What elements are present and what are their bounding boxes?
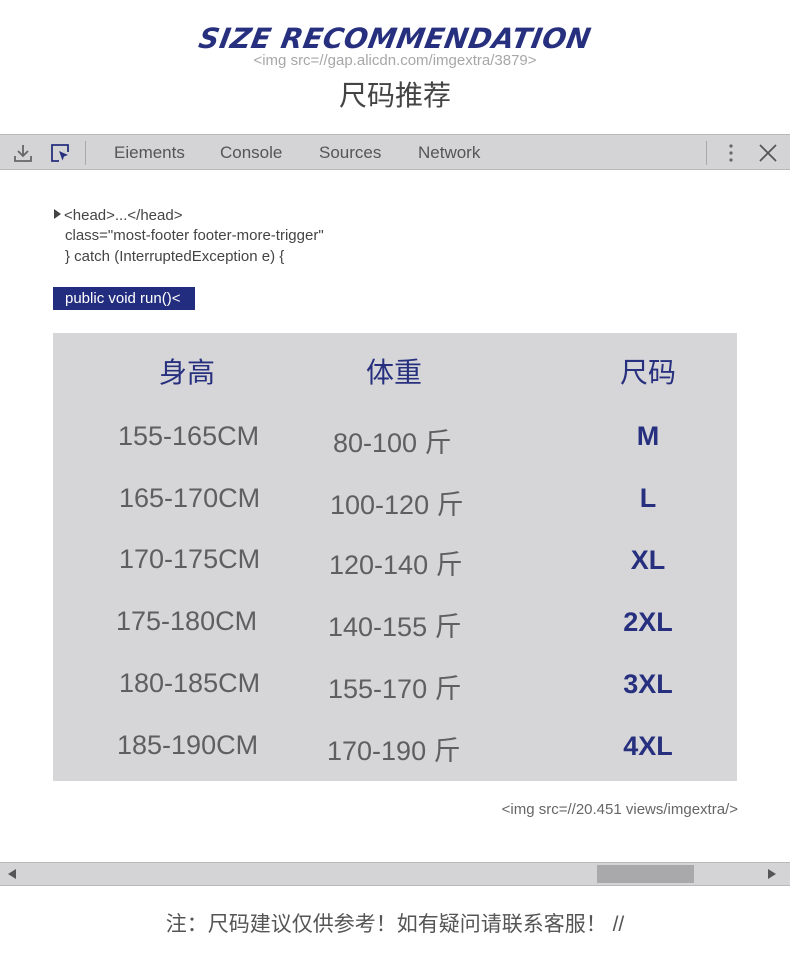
- close-icon[interactable]: [757, 142, 779, 164]
- tab-network[interactable]: Network: [418, 143, 480, 163]
- table-cell-size: 3XL: [623, 669, 673, 699]
- toolbar-divider: [706, 141, 707, 165]
- table-cell-weight: 100-120 斤: [330, 490, 464, 520]
- code-line-catch: } catch (InterruptedException e) {: [65, 248, 285, 265]
- table-cell-height: 170-175CM: [119, 544, 261, 574]
- table-cell-weight: 120-140 斤: [329, 550, 463, 580]
- table-cell-height: 185-190CM: [117, 730, 259, 760]
- tab-console[interactable]: Console: [220, 143, 282, 163]
- column-header-size: 尺码: [620, 357, 677, 388]
- table-cell-height: 175-180CM: [116, 606, 258, 636]
- page-title: SIZE RECOMMENDATION: [196, 22, 594, 55]
- highlighted-code-line[interactable]: public void run()<: [53, 287, 195, 310]
- column-header-height: 身高: [159, 357, 216, 388]
- expand-triangle-icon[interactable]: [54, 209, 61, 219]
- tab-elements[interactable]: Eiements: [114, 143, 185, 163]
- footer-note: 注：尺码建议仅供参考！如有疑问请联系客服！ //: [165, 913, 625, 936]
- table-cell-weight: 140-155 斤: [328, 612, 462, 642]
- table-cell-size: L: [639, 483, 657, 513]
- table-cell-size: XL: [630, 545, 666, 575]
- scroll-left-icon[interactable]: [8, 869, 16, 879]
- table-cell-weight: 80-100 斤: [333, 428, 452, 458]
- code-text: <head>...</head>: [64, 207, 183, 224]
- devtools-toolbar: Eiements Console Sources Network: [0, 134, 790, 170]
- scrollbar-thumb[interactable]: [597, 865, 694, 883]
- table-cell-height: 155-165CM: [118, 421, 260, 451]
- tab-sources[interactable]: Sources: [319, 143, 381, 163]
- table-cell-size: 4XL: [623, 731, 673, 761]
- img-src-caption-bottom: <img src=//20.451 views/imgextra/>: [501, 801, 738, 818]
- more-vertical-icon[interactable]: [720, 142, 742, 164]
- download-icon[interactable]: [12, 142, 34, 164]
- table-cell-weight: 170-190 斤: [327, 736, 461, 766]
- table-cell-size: 2XL: [623, 607, 673, 637]
- page-subtitle: 尺码推荐: [338, 80, 451, 111]
- code-line-head[interactable]: <head>...</head>: [54, 207, 182, 224]
- horizontal-scrollbar[interactable]: [0, 862, 790, 886]
- size-table: 身高 体重 尺码 155-165CM 80-100 斤 M 165-170CM …: [53, 333, 737, 781]
- column-header-weight: 体重: [366, 357, 423, 388]
- img-src-caption-top: <img src=//gap.alicdn.com/imgextra/3879>: [253, 52, 537, 69]
- table-cell-height: 180-185CM: [119, 668, 261, 698]
- toolbar-divider: [85, 141, 86, 165]
- table-cell-size: M: [636, 421, 660, 451]
- inspect-element-icon[interactable]: [49, 142, 71, 164]
- code-line-class: class="most-footer footer-more-trigger": [65, 227, 324, 244]
- table-cell-weight: 155-170 斤: [328, 674, 462, 704]
- table-cell-height: 165-170CM: [119, 483, 261, 513]
- scroll-right-icon[interactable]: [768, 869, 776, 879]
